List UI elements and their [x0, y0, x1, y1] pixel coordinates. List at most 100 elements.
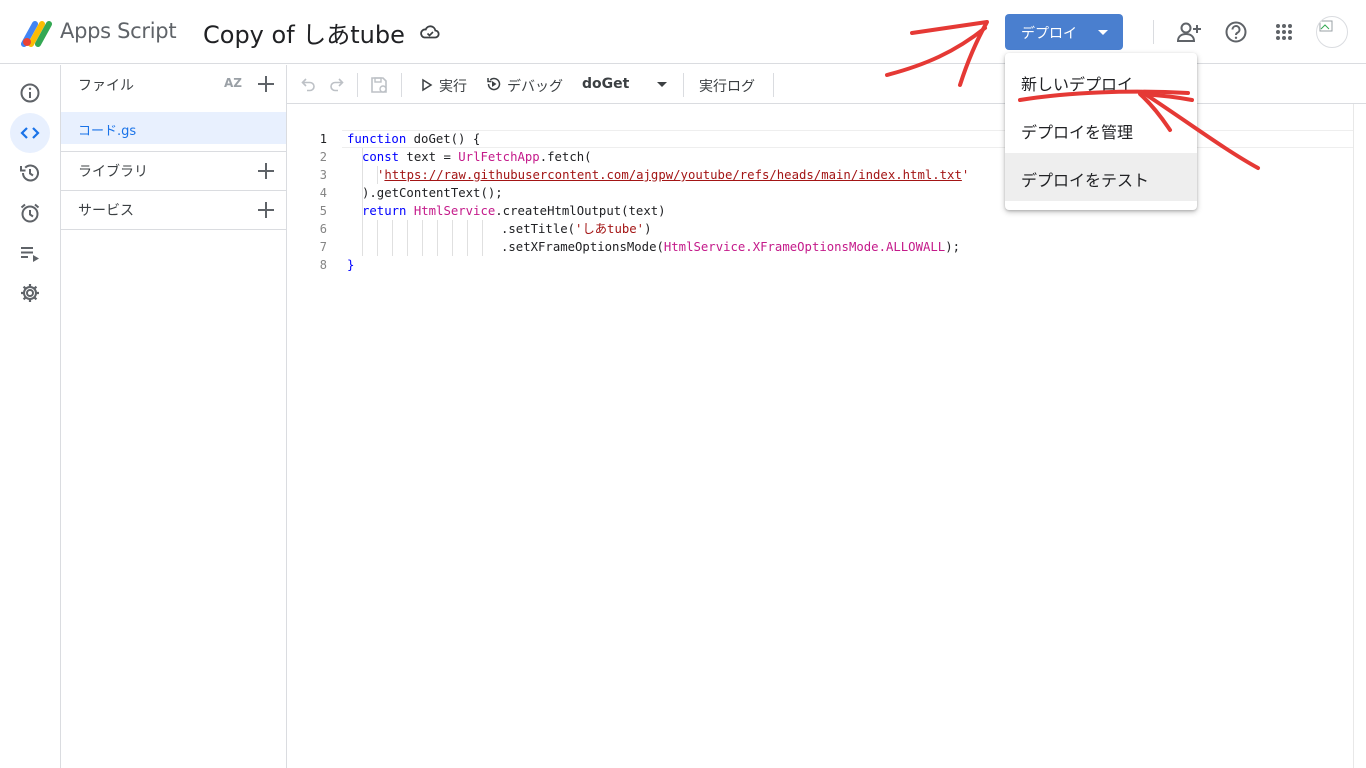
play-icon[interactable] [421, 78, 433, 92]
line-number: 4 [319, 186, 327, 200]
editor-toolbar: 実行 デバッグ doGet 実行ログ [287, 65, 1366, 104]
line-number: 6 [319, 222, 327, 236]
code-token: } [347, 258, 355, 272]
indent-guide [392, 220, 393, 256]
history-icon [20, 164, 39, 182]
deploy-button[interactable]: デプロイ [1005, 14, 1123, 50]
code-line: } [347, 256, 969, 274]
code-token: HtmlService.XFrameOptionsMode.ALLOWALL [663, 240, 946, 254]
indent-guide [422, 220, 423, 256]
info-icon [20, 83, 40, 103]
code-token: UrlFetchApp [458, 150, 540, 164]
code-token: 'しあtube' [575, 222, 645, 236]
services-title: サービス [78, 203, 134, 219]
files-section: ファイル AZ コード.gs [61, 65, 287, 152]
apps-grid-icon[interactable] [1270, 18, 1298, 46]
line-number: 8 [319, 258, 327, 272]
left-nav-rail [0, 65, 61, 768]
indent-guide [452, 220, 453, 256]
indent-guide [467, 220, 468, 256]
add-library-plus-icon[interactable] [257, 162, 275, 180]
deploy-button-label: デプロイ [1021, 26, 1077, 42]
code-token: .setXFrameOptionsMode( [501, 240, 664, 254]
apps-script-logo-icon[interactable] [21, 18, 55, 48]
nav-editor[interactable] [10, 113, 50, 153]
libraries-section: ライブラリ [61, 152, 287, 191]
toolbar-divider [683, 73, 684, 97]
nav-triggers[interactable] [10, 193, 50, 233]
code-token: function [347, 132, 407, 146]
playlist-play-icon [21, 247, 39, 262]
indent-guide [407, 220, 408, 256]
line-number: 2 [319, 150, 327, 164]
code-token: const [362, 150, 400, 164]
broken-image-icon [1319, 20, 1333, 32]
function-select[interactable]: doGet [582, 76, 629, 92]
files-title: ファイル [78, 78, 134, 94]
code-token: text = [399, 150, 459, 164]
code-content: function doGet() { const text = UrlFetch… [347, 130, 969, 274]
editor-scrollbar[interactable] [1353, 104, 1366, 768]
code-token: ).getContentText(); [362, 186, 503, 200]
gear-icon [21, 284, 39, 302]
chevron-down-icon[interactable] [657, 82, 667, 87]
file-item-code-gs[interactable]: コード.gs [61, 112, 286, 144]
libraries-title: ライブラリ [78, 164, 148, 180]
nav-executions[interactable] [10, 233, 50, 273]
indent-guide [377, 220, 378, 256]
code-token: doGet() { [406, 132, 481, 146]
line-number-gutter: 1 2 3 4 5 6 7 8 [287, 130, 327, 274]
toolbar-divider [773, 73, 774, 97]
code-token: HtmlService [413, 204, 496, 218]
debug-icon[interactable] [486, 76, 502, 92]
code-token: .fetch( [539, 150, 592, 164]
code-token: ' [961, 168, 970, 182]
menu-item-label: デプロイをテスト [1021, 171, 1150, 190]
add-file-plus-icon[interactable] [257, 75, 275, 93]
execution-log-button[interactable]: 実行ログ [699, 76, 755, 96]
services-section: サービス [61, 191, 287, 230]
app-name[interactable]: Apps Script [60, 19, 177, 43]
header-divider [1153, 20, 1154, 44]
line-number: 1 [319, 132, 327, 146]
nav-versions[interactable] [10, 153, 50, 193]
toolbar-divider [357, 73, 358, 97]
code-line: .setTitle('しあtube') [347, 220, 969, 238]
save-icon[interactable] [369, 75, 389, 95]
indent-guide [482, 220, 483, 256]
menu-item-label: 新しいデプロイ [1021, 75, 1134, 94]
nav-settings[interactable] [10, 273, 50, 313]
code-token: return [362, 204, 407, 218]
alarm-clock-icon [20, 203, 40, 223]
code-line: const text = UrlFetchApp.fetch( [347, 148, 969, 166]
file-item-label: コード.gs [78, 124, 137, 139]
project-title[interactable]: Copy of しあtube [203, 15, 405, 50]
nav-overview[interactable] [10, 73, 50, 113]
menu-item-test-deployments[interactable]: デプロイをテスト [1005, 153, 1197, 201]
redo-icon[interactable] [327, 75, 345, 93]
toolbar-divider [401, 73, 402, 97]
undo-icon[interactable] [300, 75, 318, 93]
deploy-menu: 新しいデプロイ デプロイを管理 デプロイをテスト [1005, 53, 1197, 210]
code-line: return HtmlService.createHtmlOutput(text… [347, 202, 969, 220]
chevron-down-icon[interactable] [1098, 30, 1108, 35]
code-url-link[interactable]: https://raw.githubusercontent.com/ajgpw/… [384, 168, 961, 182]
sort-az-icon[interactable]: AZ [224, 76, 242, 90]
code-token: ) [644, 222, 652, 236]
avatar[interactable] [1316, 16, 1348, 48]
code-line: 'https://raw.githubusercontent.com/ajgpw… [347, 166, 969, 184]
add-service-plus-icon[interactable] [257, 201, 275, 219]
help-icon[interactable] [1222, 18, 1250, 46]
cloud-saved-icon [420, 25, 440, 39]
code-token: ); [945, 240, 961, 254]
line-number: 5 [319, 204, 327, 218]
debug-button[interactable]: デバッグ [507, 76, 563, 96]
indent-guide [377, 166, 378, 184]
add-person-icon[interactable] [1175, 18, 1203, 46]
menu-item-manage-deployments[interactable]: デプロイを管理 [1005, 105, 1197, 153]
line-number: 3 [319, 168, 327, 182]
menu-item-new-deployment[interactable]: 新しいデプロイ [1005, 57, 1197, 105]
code-token: .createHtmlOutput(text) [495, 204, 666, 218]
files-panel: ファイル AZ コード.gs ライブラリ サービス [61, 65, 287, 768]
run-button[interactable]: 実行 [439, 76, 467, 96]
